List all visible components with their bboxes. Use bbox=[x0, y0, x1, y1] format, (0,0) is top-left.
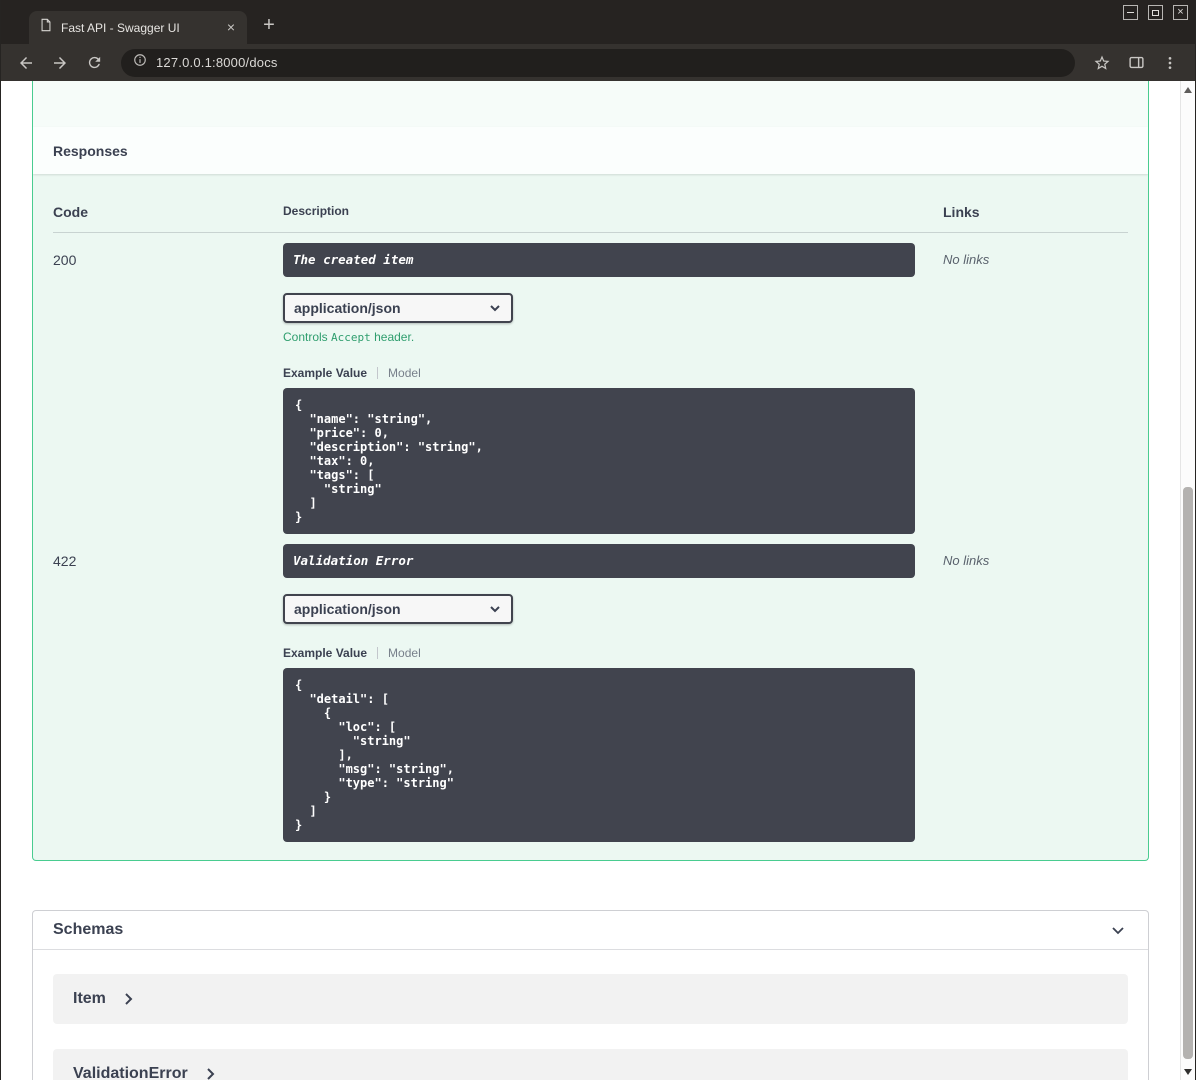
schemas-body: Item ValidationError bbox=[33, 950, 1148, 1080]
example-value-tab[interactable]: Example Value bbox=[283, 646, 367, 660]
responses-section: Responses Code Description Links 200 The… bbox=[32, 81, 1149, 861]
code-column-header: Code bbox=[53, 204, 88, 220]
schemas-header[interactable]: Schemas bbox=[33, 911, 1148, 950]
example-model-tabs: Example Value Model bbox=[283, 645, 943, 660]
tab-divider bbox=[377, 366, 379, 379]
description-column-header: Description bbox=[283, 204, 350, 218]
page-favicon-icon bbox=[39, 18, 53, 37]
example-code-block: { "name": "string", "price": 0, "descrip… bbox=[283, 388, 915, 534]
response-code: 422 bbox=[53, 553, 77, 569]
back-button[interactable] bbox=[11, 49, 41, 77]
url-text: 127.0.0.1:8000/docs bbox=[156, 55, 278, 70]
schemas-title: Schemas bbox=[53, 921, 124, 938]
swagger-content: Responses Code Description Links 200 The… bbox=[32, 81, 1149, 1080]
bookmark-button[interactable] bbox=[1087, 49, 1117, 77]
scroll-up-icon[interactable] bbox=[1184, 87, 1192, 93]
reload-icon bbox=[88, 56, 100, 69]
menu-button[interactable] bbox=[1155, 49, 1185, 77]
model-tab[interactable]: Model bbox=[388, 366, 421, 380]
response-description-box: The created item bbox=[283, 243, 915, 277]
response-row-200: 200 The created item application/json Co… bbox=[53, 233, 1128, 534]
kebab-menu-icon bbox=[1168, 56, 1172, 69]
responses-table-head: Code Description Links bbox=[53, 174, 1128, 233]
tab-title: Fast API - Swagger UI bbox=[61, 20, 180, 35]
model-name: ValidationError bbox=[73, 1065, 188, 1080]
media-type-select[interactable]: application/json bbox=[283, 293, 513, 323]
page-scrollbar[interactable] bbox=[1180, 81, 1195, 1080]
minimize-icon bbox=[1127, 12, 1134, 13]
maximize-icon bbox=[1152, 9, 1159, 16]
media-type-value: application/json bbox=[294, 601, 401, 617]
chevron-right-icon bbox=[206, 1068, 215, 1080]
back-icon bbox=[20, 56, 32, 69]
media-type-value: application/json bbox=[294, 300, 401, 316]
tab-close-icon[interactable]: × bbox=[223, 19, 239, 36]
links-column-header: Links bbox=[943, 204, 980, 220]
reload-button[interactable] bbox=[79, 49, 109, 77]
example-value-tab[interactable]: Example Value bbox=[283, 366, 367, 380]
response-description-box: Validation Error bbox=[283, 544, 915, 578]
example-model-tabs: Example Value Model bbox=[283, 365, 943, 380]
section-gap bbox=[33, 81, 1148, 127]
schemas-section: Schemas Item ValidationError bbox=[32, 910, 1149, 1080]
address-bar[interactable]: 127.0.0.1:8000/docs bbox=[121, 48, 1075, 77]
close-icon: × bbox=[1177, 6, 1184, 18]
star-icon bbox=[1094, 55, 1110, 70]
chevron-down-icon bbox=[490, 305, 500, 312]
media-type-select[interactable]: application/json bbox=[283, 594, 513, 624]
chevron-right-icon bbox=[125, 993, 133, 1005]
no-links-label: No links bbox=[943, 252, 990, 267]
forward-button[interactable] bbox=[45, 49, 75, 77]
response-description-cell: The created item application/json Contro… bbox=[283, 233, 943, 534]
maximize-button[interactable] bbox=[1148, 5, 1163, 20]
scroll-down-icon[interactable] bbox=[1184, 1069, 1192, 1075]
window-controls: × bbox=[1123, 5, 1188, 20]
response-description-cell: Validation Error application/json Exampl… bbox=[283, 534, 943, 842]
browser-tab[interactable]: Fast API - Swagger UI × bbox=[29, 11, 247, 44]
model-name: Item bbox=[73, 990, 106, 1007]
no-links-label: No links bbox=[943, 553, 990, 568]
example-code-block: { "detail": [ { "loc": [ "string" ], "ms… bbox=[283, 668, 915, 842]
side-panel-icon bbox=[1128, 56, 1144, 69]
site-info-icon[interactable] bbox=[133, 53, 147, 72]
responses-header: Responses bbox=[33, 127, 1148, 174]
model-validationerror-row[interactable]: ValidationError bbox=[53, 1049, 1128, 1080]
model-tab[interactable]: Model bbox=[388, 646, 421, 660]
close-button[interactable]: × bbox=[1173, 5, 1188, 20]
response-row-422: 422 Validation Error application/json Ex… bbox=[53, 534, 1128, 842]
responses-title: Responses bbox=[53, 142, 128, 159]
responses-table: Code Description Links 200 The created i… bbox=[33, 174, 1148, 860]
scrollbar-thumb[interactable] bbox=[1183, 487, 1193, 1059]
side-panel-button[interactable] bbox=[1121, 49, 1151, 77]
tab-divider bbox=[377, 646, 379, 659]
chevron-down-icon bbox=[1112, 927, 1124, 935]
titlebar: Fast API - Swagger UI × + × bbox=[1, 0, 1195, 44]
chevron-down-icon bbox=[490, 606, 500, 613]
page-viewport: Responses Code Description Links 200 The… bbox=[1, 81, 1195, 1080]
navigation-bar: 127.0.0.1:8000/docs bbox=[1, 44, 1195, 81]
minimize-button[interactable] bbox=[1123, 5, 1138, 20]
response-code: 200 bbox=[53, 252, 77, 268]
accept-header-note: Controls Accept header. bbox=[283, 330, 415, 344]
model-item-row[interactable]: Item bbox=[53, 974, 1128, 1024]
forward-icon bbox=[54, 56, 66, 69]
new-tab-button[interactable]: + bbox=[255, 12, 283, 40]
browser-window: Fast API - Swagger UI × + × 127.0.0.1:80… bbox=[0, 0, 1196, 1080]
